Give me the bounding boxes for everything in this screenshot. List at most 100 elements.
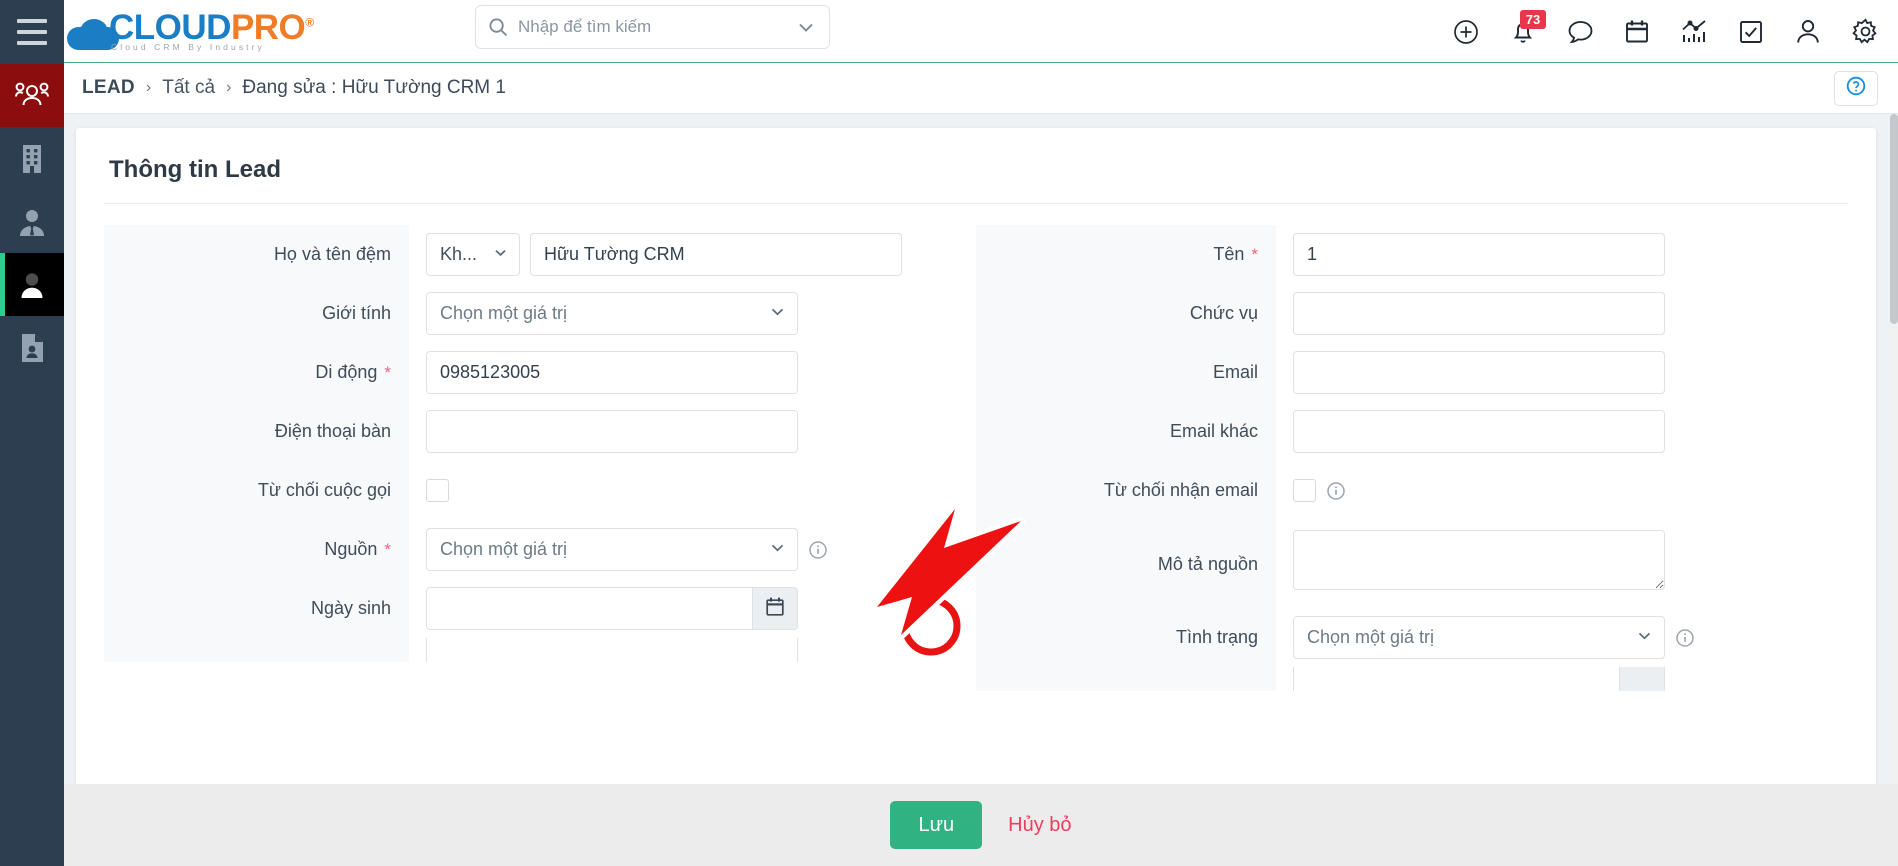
firstname-input[interactable] [1293,233,1665,276]
scrollbar-thumb[interactable] [1890,114,1898,324]
field-control-cell: Chọn một giá trị [409,284,976,343]
landline-input[interactable] [426,410,798,453]
field-label-cell: Email [976,343,1276,402]
registered-mark: ® [305,15,314,30]
form-column-right: Tên* Chức vụ [976,225,1848,691]
field-row-jobtitle: Chức vụ [976,284,1848,343]
breadcrumb-all[interactable]: Tất cả [162,77,215,99]
lastname-input[interactable] [530,233,902,276]
breadcrumb: LEAD › Tất cả › Đang sửa : Hữu Tường CRM… [82,77,506,99]
building-icon [19,144,45,174]
partial-date-button[interactable] [1619,667,1665,691]
field-label-cell: Di động * [104,343,409,402]
analytics-chart-icon[interactable] [1679,17,1709,47]
sidebar-item-reports[interactable] [0,316,64,379]
do-not-call-checkbox[interactable] [426,479,449,502]
help-button[interactable] [1834,71,1878,106]
partial-date-group [1293,667,1665,691]
field-label: Tên * [1213,244,1258,264]
global-search-box[interactable] [475,5,830,49]
form-column-left: Họ và tên đệm Kh... Hữu Tường CRM Giới t… [104,225,976,691]
hamburger-icon-bar [17,19,47,23]
contact-card-icon [19,333,45,363]
sidebar-item-lead[interactable] [0,253,64,316]
do-not-email-info-circle-icon[interactable] [1326,481,1346,501]
field-label: Email [1212,362,1258,382]
cancel-button[interactable]: Hủy bỏ [1008,814,1071,837]
field-label: Chức vụ [1189,303,1258,323]
field-label: Họ và tên đệm [273,244,391,264]
birthdate-input[interactable] [426,587,752,630]
do-not-email-checkbox[interactable] [1293,479,1316,502]
task-checkbox-icon[interactable] [1736,17,1766,47]
field-control-cell [409,638,976,662]
partial-date-input[interactable] [1293,667,1619,691]
hamburger-menu-button[interactable] [0,0,64,64]
field-control-cell [1276,402,1848,461]
sidebar-item-contacts[interactable] [0,190,64,253]
notification-badge: 73 [1520,9,1546,29]
field-row-status: Tình trạng Chọn một giá trị [976,608,1848,667]
partial-input[interactable] [426,638,798,662]
source-description-textarea[interactable] [1293,530,1665,590]
field-row-landline: Điện thoại bàn [104,402,976,461]
lead-form-grid: Họ và tên đệm Kh... Hữu Tường CRM Giới t… [104,225,1848,691]
field-label-cell: Chức vụ [976,284,1276,343]
status-info-circle-icon[interactable] [1675,628,1695,648]
field-label: Từ chối cuộc gọi [257,480,391,500]
chevron-down-icon[interactable] [795,16,817,38]
required-asterisk: * [384,363,391,382]
lead-info-card: Thông tin Lead Họ và tên đệm Kh... Hữu T… [76,128,1876,848]
field-label: Mô tả nguồn [1157,553,1258,574]
birthdate-picker-button[interactable] [752,587,798,630]
name-prefix-select[interactable]: Kh... [426,233,520,276]
status-select[interactable]: Chọn một giá trị [1293,616,1665,659]
settings-gear-icon[interactable] [1850,17,1880,47]
jobtitle-input[interactable] [1293,292,1665,335]
field-row-do-not-email: Từ chối nhận email [976,461,1848,520]
top-bar-actions: 73 [1451,0,1880,63]
chevron-right-icon: › [145,79,152,96]
required-asterisk: * [1251,245,1258,264]
field-row-source-description: Mô tả nguồn [976,520,1848,608]
alt-email-input[interactable] [1293,410,1665,453]
sidebar-item-company[interactable] [0,127,64,190]
search-input[interactable] [518,17,795,37]
field-label-cell [104,638,409,662]
name-prefix-value: Kh... [440,244,478,264]
chat-bubble-icon[interactable] [1565,17,1595,47]
mobile-input[interactable] [426,351,798,394]
field-control-cell [1276,284,1848,343]
field-control-cell [1276,667,1848,691]
field-row-mobile: Di động * [104,343,976,402]
cloudpro-logo[interactable]: CLOUDPRO® Cloud CRM By Industry [67,10,314,53]
sidebar-item-leads[interactable] [0,64,64,127]
gender-select-value: Chọn một giá trị [440,303,568,323]
required-asterisk: * [384,540,391,559]
field-label-cell [976,667,1276,691]
footer-hidden-text [64,862,1898,866]
field-label: Nguồn * [324,539,391,559]
form-action-bar: Lưu Hủy bỏ [64,784,1898,866]
breadcrumb-root[interactable]: LEAD [82,77,135,99]
source-info-circle-icon[interactable] [808,540,828,560]
email-input[interactable] [1293,351,1665,394]
field-label: Từ chối nhận email [1103,480,1258,500]
gender-select[interactable]: Chọn một giá trị [426,292,798,335]
field-label-cell: Email khác [976,402,1276,461]
source-select[interactable]: Chọn một giá trị [426,528,798,571]
page-title: Thông tin Lead [109,156,281,183]
field-row-partial [104,638,976,662]
calendar-icon[interactable] [1622,17,1652,47]
field-label-cell: Họ và tên đệm [104,225,409,284]
add-circle-icon[interactable] [1451,17,1481,47]
left-sidebar [0,0,64,866]
logo-word-pro: PRO [230,7,306,47]
user-account-icon[interactable] [1793,17,1823,47]
field-label-cell: Từ chối nhận email [976,461,1276,520]
save-button[interactable]: Lưu [890,801,983,849]
field-row-gender: Giới tính Chọn một giá trị [104,284,976,343]
notifications-bell-icon[interactable]: 73 [1508,9,1546,47]
chevron-down-icon [493,244,508,265]
vertical-scrollbar[interactable] [1890,114,1898,866]
